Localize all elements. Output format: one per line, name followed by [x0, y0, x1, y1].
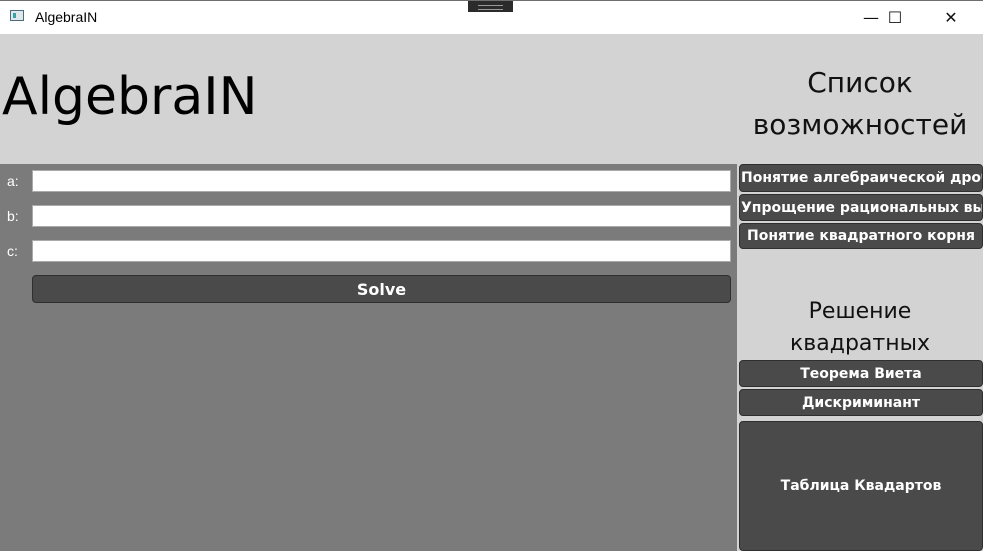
c-label: c: [7, 243, 18, 259]
drag-handle-icon[interactable] [468, 1, 513, 12]
quadratic-title-line1: Решение квадратных [790, 299, 930, 356]
c-coefficient-input[interactable] [32, 240, 731, 262]
b-label: b: [7, 208, 19, 224]
window-title: AlgebraIN [35, 9, 98, 25]
solve-button[interactable]: Solve [32, 275, 731, 303]
discriminant-button[interactable]: Дискриминант [739, 389, 983, 416]
sidebar-item-rational-expressions[interactable]: Упрощение рациональных выражений [739, 194, 983, 221]
main-area: AlgebraIN Список возможностей a: b: c: S… [0, 34, 983, 551]
sidebar-item-algebraic-fraction[interactable]: Понятие алгебраической дроби [739, 164, 983, 192]
features-title-line2: возможностей [752, 108, 968, 141]
app-heading: AlgebraIN [2, 67, 258, 127]
features-title-line1: Список [807, 66, 913, 99]
solver-panel: a: b: c: Solve [0, 164, 737, 551]
title-bar[interactable]: AlgebraIN — ☐ ✕ [0, 0, 983, 34]
a-coefficient-input[interactable] [32, 170, 731, 192]
b-coefficient-input[interactable] [32, 205, 731, 227]
app-window-icon [10, 10, 24, 21]
features-title: Список возможностей [740, 62, 980, 146]
maximize-button[interactable]: ☐ [872, 1, 918, 34]
squares-table-button[interactable]: Таблица Квадартов [739, 421, 983, 551]
a-label: a: [7, 173, 19, 189]
close-button[interactable]: ✕ [928, 1, 974, 34]
vieta-theorem-button[interactable]: Теорема Виета [739, 360, 983, 387]
sidebar-item-square-root[interactable]: Понятие квадратного корня [739, 223, 983, 249]
